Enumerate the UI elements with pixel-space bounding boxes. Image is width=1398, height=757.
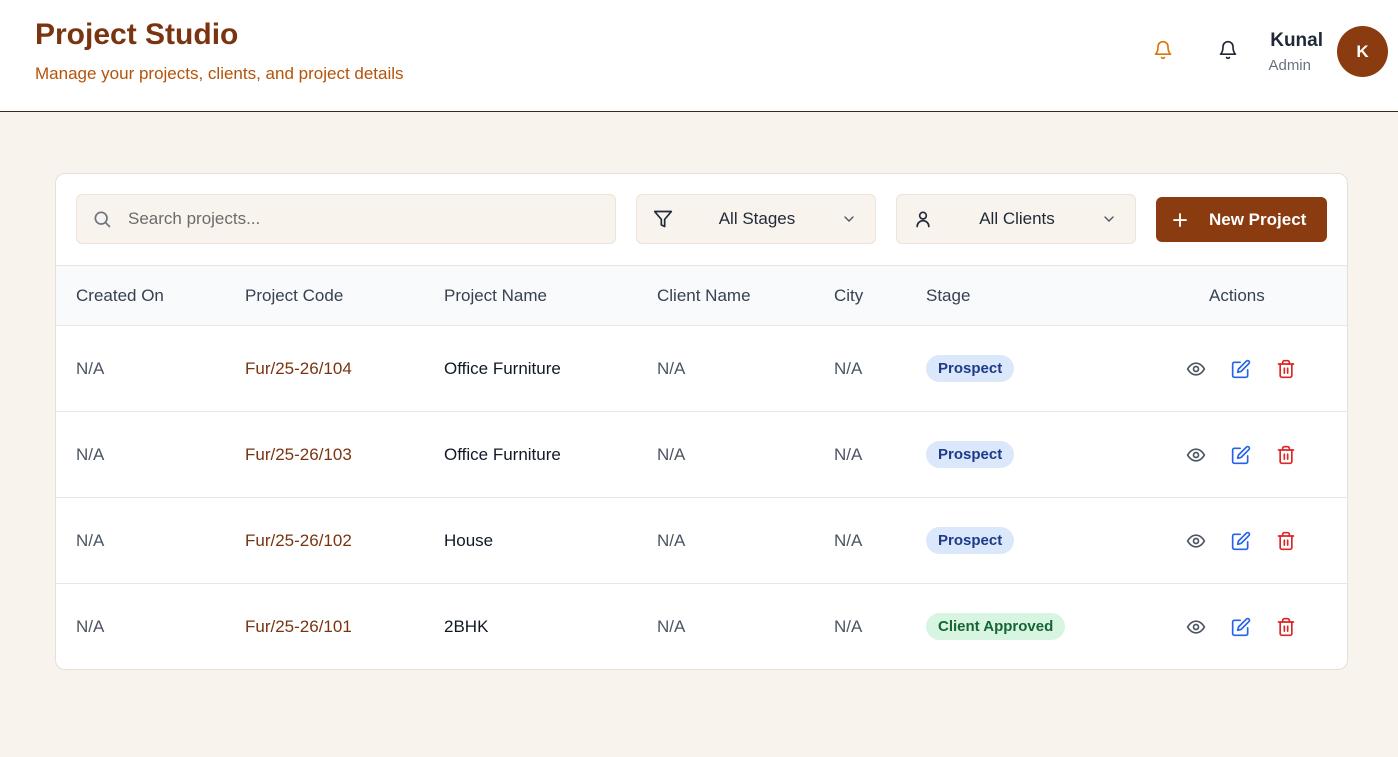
user-role: Admin: [1268, 57, 1311, 74]
created-on-cell: N/A: [76, 531, 105, 550]
view-icon[interactable]: [1185, 358, 1207, 380]
column-created-on: Created On: [76, 286, 164, 305]
edit-icon[interactable]: [1230, 616, 1252, 638]
delete-icon[interactable]: [1275, 530, 1297, 552]
search-box[interactable]: [76, 194, 616, 244]
page-subtitle: Manage your projects, clients, and proje…: [35, 64, 404, 83]
column-project-code: Project Code: [245, 286, 344, 305]
search-input[interactable]: [128, 209, 608, 229]
client-filter-label: All Clients: [979, 209, 1055, 228]
app-header: Project Studio Manage your projects, cli…: [0, 0, 1398, 112]
plus-icon: [1171, 211, 1189, 229]
stage-badge: Prospect: [926, 355, 1015, 382]
client-filter-select[interactable]: All Clients: [896, 194, 1136, 244]
created-on-cell: N/A: [76, 359, 105, 378]
client-name-cell: N/A: [657, 617, 686, 636]
stage-filter-select[interactable]: All Stages: [636, 194, 876, 244]
client-name-cell: N/A: [657, 359, 686, 378]
project-code-cell[interactable]: Fur/25-26/102: [245, 531, 352, 551]
project-code-cell[interactable]: Fur/25-26/101: [245, 617, 352, 637]
project-name-cell: Office Furniture: [444, 445, 561, 464]
new-project-label: New Project: [1209, 209, 1307, 229]
table-row: N/A Fur/25-26/101 2BHK N/A N/A Client Ap…: [56, 584, 1347, 669]
projects-card: All Stages All Clients New Project Creat…: [55, 173, 1348, 670]
bell-icon[interactable]: [1151, 38, 1175, 62]
column-actions: Actions: [1209, 286, 1265, 305]
stage-filter-label: All Stages: [718, 209, 796, 228]
search-icon: [92, 209, 112, 229]
city-cell: N/A: [834, 359, 863, 378]
client-name-cell: N/A: [657, 531, 686, 550]
new-project-button[interactable]: New Project: [1156, 197, 1327, 242]
project-name-cell: 2BHK: [444, 617, 489, 636]
delete-icon[interactable]: [1275, 358, 1297, 380]
table-header: Created On Project Code Project Name Cli…: [56, 265, 1347, 326]
project-name-cell: House: [444, 531, 494, 550]
city-cell: N/A: [834, 445, 863, 464]
column-city: City: [834, 286, 864, 305]
table-row: N/A Fur/25-26/102 House N/A N/A Prospect: [56, 498, 1347, 584]
project-name-cell: Office Furniture: [444, 359, 561, 378]
column-project-name: Project Name: [444, 286, 547, 305]
edit-icon[interactable]: [1230, 530, 1252, 552]
project-code-cell[interactable]: Fur/25-26/103: [245, 445, 352, 465]
delete-icon[interactable]: [1275, 616, 1297, 638]
user-name: Kunal: [1270, 30, 1323, 51]
edit-icon[interactable]: [1230, 358, 1252, 380]
column-stage: Stage: [926, 286, 971, 305]
table-row: N/A Fur/25-26/104 Office Furniture N/A N…: [56, 326, 1347, 412]
view-icon[interactable]: [1185, 530, 1207, 552]
edit-icon[interactable]: [1230, 444, 1252, 466]
project-code-cell[interactable]: Fur/25-26/104: [245, 359, 352, 379]
bell-icon[interactable]: [1216, 38, 1240, 62]
client-name-cell: N/A: [657, 445, 686, 464]
avatar[interactable]: K: [1337, 26, 1388, 77]
filter-icon: [653, 209, 673, 229]
chevron-down-icon: [1101, 211, 1117, 227]
view-icon[interactable]: [1185, 444, 1207, 466]
stage-badge: Prospect: [926, 441, 1015, 468]
chevron-down-icon: [841, 211, 857, 227]
column-client-name: Client Name: [657, 286, 751, 305]
stage-badge: Prospect: [926, 527, 1015, 554]
table-row: N/A Fur/25-26/103 Office Furniture N/A N…: [56, 412, 1347, 498]
created-on-cell: N/A: [76, 617, 105, 636]
city-cell: N/A: [834, 617, 863, 636]
stage-badge: Client Approved: [926, 613, 1066, 640]
created-on-cell: N/A: [76, 445, 105, 464]
page-title: Project Studio: [35, 18, 239, 51]
delete-icon[interactable]: [1275, 444, 1297, 466]
city-cell: N/A: [834, 531, 863, 550]
user-icon: [913, 209, 933, 229]
view-icon[interactable]: [1185, 616, 1207, 638]
